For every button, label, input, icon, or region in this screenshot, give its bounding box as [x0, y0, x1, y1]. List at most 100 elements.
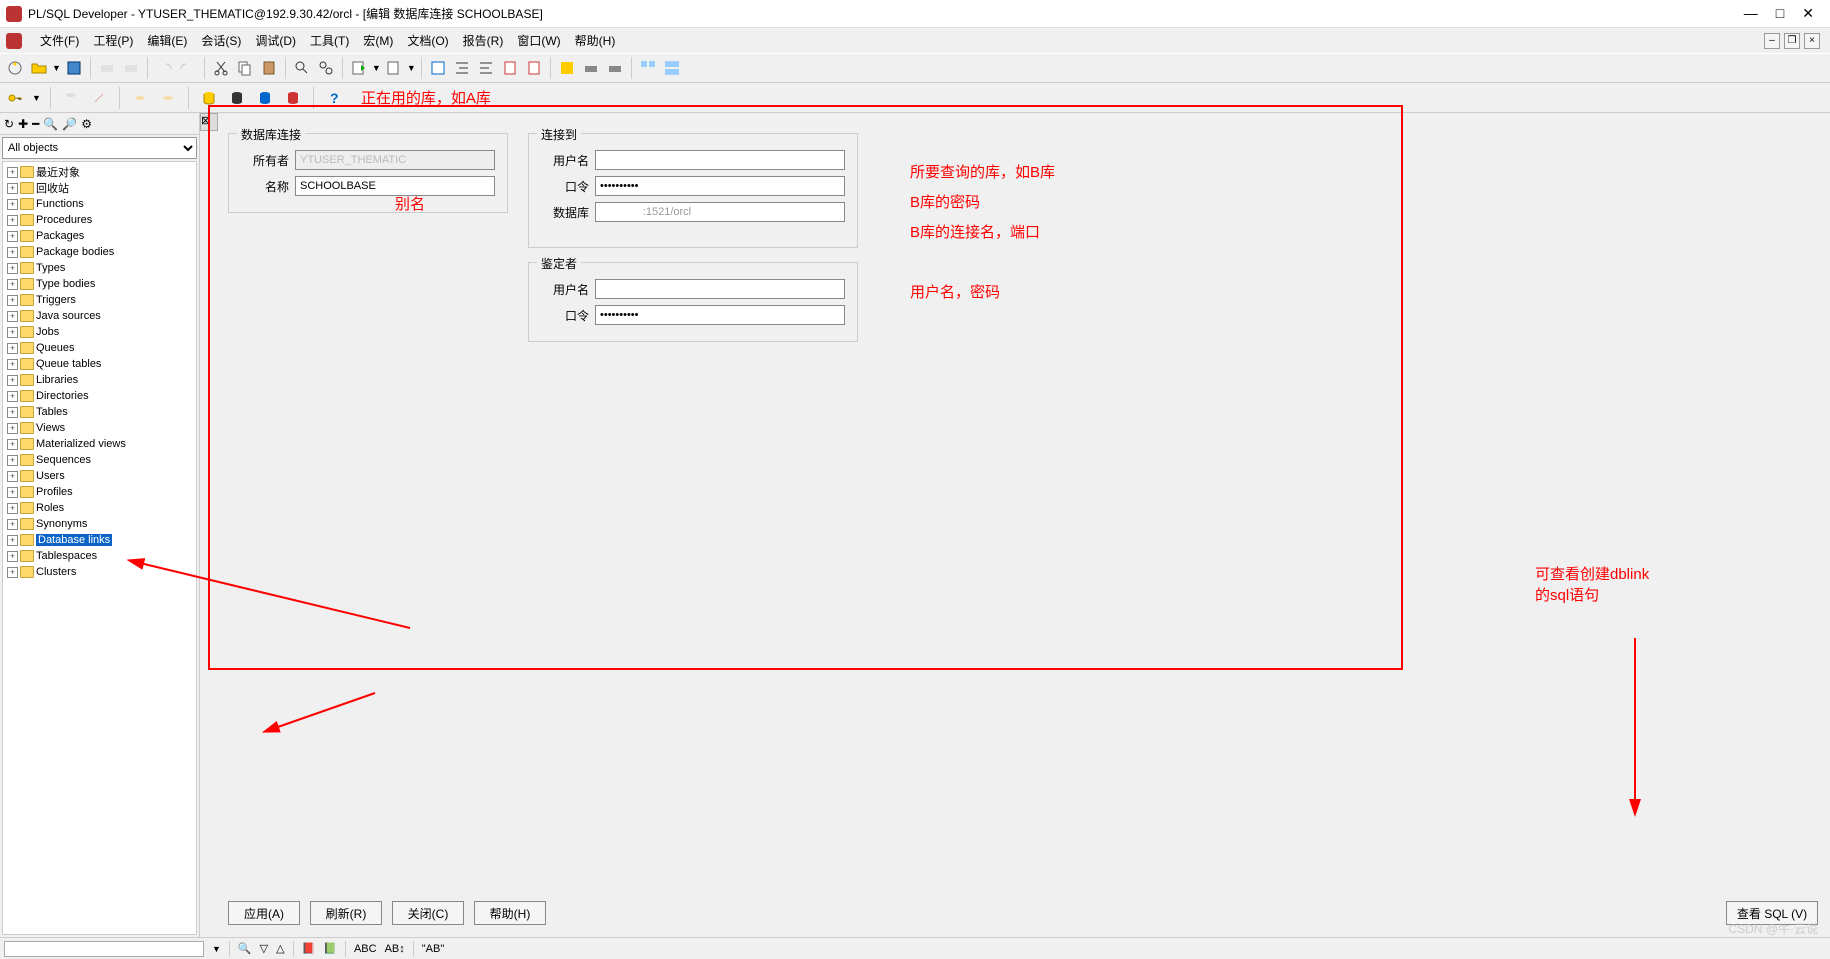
undo-icon[interactable] [153, 57, 175, 79]
sb-find-icon[interactable]: 🔍 [238, 942, 252, 955]
expand-icon[interactable]: + [7, 519, 18, 530]
refresh-icon[interactable]: ↻ [4, 117, 14, 131]
expand-icon[interactable]: + [7, 295, 18, 306]
tree-item-java-sources[interactable]: +Java sources [3, 308, 196, 324]
sb-book1-icon[interactable]: 📕 [302, 942, 316, 955]
maximize-button[interactable]: □ [1776, 5, 1784, 22]
auth-user-input[interactable] [595, 279, 845, 299]
menu-tools[interactable]: 工具(T) [310, 32, 349, 49]
print2-icon[interactable] [120, 57, 142, 79]
tree-item-clusters[interactable]: +Clusters [3, 564, 196, 580]
tree-item-packages[interactable]: +Packages [3, 228, 196, 244]
tree-item-types[interactable]: +Types [3, 260, 196, 276]
sb-abc-icon[interactable]: ABC [354, 943, 377, 955]
mdi-restore[interactable]: ❐ [1784, 33, 1800, 49]
expand-icon[interactable]: + [7, 567, 18, 578]
expand-icon[interactable]: + [7, 535, 18, 546]
indent-icon[interactable] [451, 57, 473, 79]
expand-icon[interactable]: + [7, 199, 18, 210]
tree-item-users[interactable]: +Users [3, 468, 196, 484]
tree-item-profiles[interactable]: +Profiles [3, 484, 196, 500]
remove-icon[interactable]: ━ [32, 117, 39, 131]
menu-project[interactable]: 工程(P) [93, 32, 133, 49]
help-button[interactable]: 帮助(H) [474, 901, 546, 925]
key-icon[interactable] [4, 87, 26, 109]
save-icon[interactable] [63, 57, 85, 79]
win2-icon[interactable] [661, 57, 683, 79]
expand-icon[interactable]: + [7, 279, 18, 290]
replace-icon[interactable] [315, 57, 337, 79]
apply-button[interactable]: 应用(A) [228, 901, 300, 925]
menu-edit[interactable]: 编辑(E) [147, 32, 187, 49]
win1-icon[interactable] [637, 57, 659, 79]
menu-session[interactable]: 会话(S) [201, 32, 241, 49]
sb-down-icon[interactable]: ▽ [260, 942, 268, 955]
menu-macro[interactable]: 宏(M) [363, 32, 393, 49]
conn1-icon[interactable] [60, 87, 82, 109]
expand-icon[interactable]: + [7, 407, 18, 418]
close-button[interactable]: ✕ [1802, 5, 1814, 22]
minimize-button[interactable]: — [1744, 5, 1758, 22]
help-icon[interactable]: ? [323, 87, 345, 109]
expand-icon[interactable]: + [7, 455, 18, 466]
sb-ab-icon[interactable]: AB↕ [385, 943, 405, 955]
conn2-icon[interactable] [88, 87, 110, 109]
tree-item-procedures[interactable]: +Procedures [3, 212, 196, 228]
expand-icon[interactable]: + [7, 247, 18, 258]
paste-icon[interactable] [258, 57, 280, 79]
add-icon[interactable]: ✚ [18, 117, 28, 131]
expand-icon[interactable]: + [7, 167, 18, 178]
object-tree[interactable]: +最近对象+回收站+Functions+Procedures+Packages+… [2, 161, 197, 935]
exec-icon[interactable] [348, 57, 370, 79]
page2-icon[interactable] [523, 57, 545, 79]
outdent-icon[interactable] [475, 57, 497, 79]
expand-icon[interactable]: + [7, 439, 18, 450]
tool1-icon[interactable] [556, 57, 578, 79]
auth-pwd-input[interactable] [595, 305, 845, 325]
cut-icon[interactable] [210, 57, 232, 79]
expand-icon[interactable]: + [7, 503, 18, 514]
exec2-icon[interactable] [383, 57, 405, 79]
expand-icon[interactable]: + [7, 391, 18, 402]
conn4-icon[interactable] [157, 87, 179, 109]
conn3-icon[interactable] [129, 87, 151, 109]
expand-icon[interactable]: + [7, 551, 18, 562]
open-icon[interactable] [28, 57, 50, 79]
tree-item-queues[interactable]: +Queues [3, 340, 196, 356]
expand-icon[interactable]: + [7, 311, 18, 322]
tree-item-database-links[interactable]: +Database links [3, 532, 196, 548]
db3-icon[interactable] [254, 87, 276, 109]
conn-user-input[interactable] [595, 150, 845, 170]
menu-report[interactable]: 报告(R) [463, 32, 504, 49]
conn-db-input[interactable] [595, 202, 845, 222]
db4-icon[interactable] [282, 87, 304, 109]
tree-item-回收站[interactable]: +回收站 [3, 180, 196, 196]
mdi-minimize[interactable]: – [1764, 33, 1780, 49]
sb-book2-icon[interactable]: 📗 [323, 942, 337, 955]
db2-icon[interactable] [226, 87, 248, 109]
tree-item-functions[interactable]: +Functions [3, 196, 196, 212]
menu-help[interactable]: 帮助(H) [575, 32, 616, 49]
close-dialog-button[interactable]: 关闭(C) [392, 901, 464, 925]
redo-icon[interactable] [177, 57, 199, 79]
expand-icon[interactable]: + [7, 343, 18, 354]
filter-icon[interactable]: ⚙ [81, 117, 92, 131]
menu-debug[interactable]: 调试(D) [255, 32, 296, 49]
sb-up-icon[interactable]: △ [276, 942, 284, 955]
tree-item-views[interactable]: +Views [3, 420, 196, 436]
dialog-handle[interactable]: ⊠ [200, 113, 218, 131]
print-icon[interactable] [96, 57, 118, 79]
owner-input[interactable] [295, 150, 495, 170]
tree-item-最近对象[interactable]: +最近对象 [3, 164, 196, 180]
tree-item-roles[interactable]: +Roles [3, 500, 196, 516]
find-tree-icon[interactable]: 🔍 [43, 117, 58, 131]
tree-item-synonyms[interactable]: +Synonyms [3, 516, 196, 532]
mdi-close[interactable]: × [1804, 33, 1820, 49]
menu-docs[interactable]: 文档(O) [407, 32, 448, 49]
tree-item-jobs[interactable]: +Jobs [3, 324, 196, 340]
menu-file[interactable]: 文件(F) [40, 32, 79, 49]
tool2-icon[interactable] [580, 57, 602, 79]
tree-item-tables[interactable]: +Tables [3, 404, 196, 420]
tree-item-package-bodies[interactable]: +Package bodies [3, 244, 196, 260]
expand-icon[interactable]: + [7, 487, 18, 498]
